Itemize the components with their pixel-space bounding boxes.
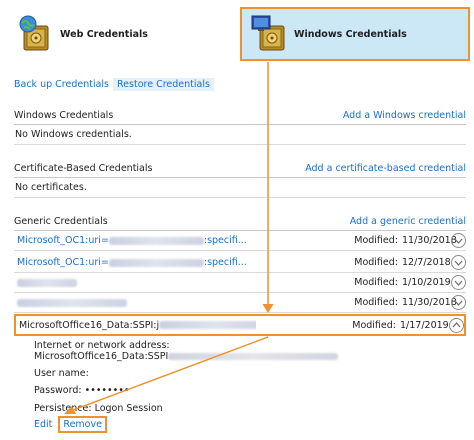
modified-date: 11/30/2018 <box>402 297 457 308</box>
credential-row-selected[interactable]: MicrosoftOffice16_Data:SSPI:j Modified: … <box>14 314 466 336</box>
remove-highlight: Remove <box>58 416 107 433</box>
persistence-value: Logon Session <box>94 403 163 414</box>
password-label: Password: <box>34 385 82 396</box>
address-label: Internet or network address: <box>34 340 170 351</box>
vault-globe-icon <box>16 14 56 54</box>
credential-name: MicrosoftOffice16_Data:SSPI:j <box>16 320 256 331</box>
tab-windows-credentials-label: Windows Credentials <box>294 28 407 40</box>
restore-credentials-link[interactable]: Restore Credentials <box>113 77 214 91</box>
address-value: MicrosoftOffice16_Data:SSPI <box>34 351 169 362</box>
credential-modified: Modified: 11/30/2018 <box>354 233 466 248</box>
credential-name-start: MicrosoftOffice16_Data:SSPI:j <box>19 319 160 331</box>
redacted-text <box>168 353 339 360</box>
certificates-empty: No certificates. <box>14 178 466 198</box>
credential-modified: Modified: 11/30/2018 <box>354 295 466 310</box>
password-value: •••••••• <box>84 385 130 396</box>
credential-modified: Modified: 12/7/2018 <box>354 255 466 270</box>
chevron-down-icon[interactable] <box>451 233 466 248</box>
credential-name-end: :specifi... <box>203 257 247 268</box>
credential-row[interactable]: Microsoft_OC1:uri= :specifi... Modified: … <box>14 253 466 273</box>
redacted-text <box>17 278 77 287</box>
certificate-credentials-title: Certificate-Based Credentials <box>14 163 153 174</box>
username-label: User name: <box>34 368 89 379</box>
credential-actions: Edit Remove <box>34 416 107 433</box>
redacted-text <box>108 258 204 267</box>
add-windows-credential-link[interactable]: Add a Windows credential <box>343 110 466 121</box>
windows-credentials-section: Windows Credentials Add a Windows creden… <box>14 107 466 145</box>
modified-date: 11/30/2018 <box>402 235 457 246</box>
credential-name <box>14 297 254 308</box>
modified-label: Modified: <box>354 235 398 246</box>
backup-restore-links: Back up Credentials Restore Credentials <box>14 76 214 92</box>
redacted-text <box>17 298 127 307</box>
modified-date: 1/17/2019 <box>400 319 449 331</box>
redacted-text <box>108 236 204 245</box>
remove-link[interactable]: Remove <box>63 419 102 430</box>
modified-label: Modified: <box>354 297 398 308</box>
credential-row[interactable]: Microsoft_OC1:uri= :specifi... Modified: … <box>14 231 466 251</box>
credential-details: Internet or network address: MicrosoftOf… <box>34 340 414 414</box>
modified-label: Modified: <box>352 319 396 331</box>
tab-windows-credentials[interactable]: Windows Credentials <box>240 7 470 61</box>
windows-credentials-empty: No Windows credentials. <box>14 125 466 145</box>
windows-credentials-header: Windows Credentials Add a Windows creden… <box>14 107 466 125</box>
credential-name-start: Microsoft_OC1:uri= <box>17 235 109 246</box>
address-value-line: MicrosoftOffice16_Data:SSPI <box>34 351 414 362</box>
username-line: User name: <box>34 368 414 379</box>
certificate-credentials-header: Certificate-Based Credentials Add a cert… <box>14 160 466 178</box>
chevron-down-icon[interactable] <box>451 255 466 270</box>
credential-name: Microsoft_OC1:uri= :specifi... <box>14 235 254 246</box>
credential-name-start: Microsoft_OC1:uri= <box>17 257 109 268</box>
credential-modified: Modified: 1/10/2019 <box>354 275 466 290</box>
credential-modified: Modified: 1/17/2019 <box>352 317 464 333</box>
add-certificate-credential-link[interactable]: Add a certificate-based credential <box>305 163 466 174</box>
chevron-down-icon[interactable] <box>451 275 466 290</box>
tab-web-credentials-label: Web Credentials <box>60 28 148 40</box>
add-generic-credential-link[interactable]: Add a generic credential <box>350 216 466 227</box>
credential-name-end: :specifi... <box>203 235 247 246</box>
modified-label: Modified: <box>354 257 398 268</box>
windows-credentials-title: Windows Credentials <box>14 110 114 121</box>
generic-credentials-header: Generic Credentials Add a generic creden… <box>14 213 466 231</box>
modified-date: 1/10/2019 <box>402 277 451 288</box>
certificates-empty-text: No certificates. <box>15 182 87 193</box>
persistence-label: Persistence: <box>34 403 92 414</box>
edit-link[interactable]: Edit <box>34 419 52 430</box>
modified-date: 12/7/2018 <box>402 257 451 268</box>
chevron-up-icon[interactable] <box>449 317 464 333</box>
credential-row[interactable]: Modified: 11/30/2018 <box>14 293 466 313</box>
back-up-credentials-link[interactable]: Back up Credentials <box>14 79 109 90</box>
credential-type-tabs: Web Credentials Windows Credentials <box>0 0 474 64</box>
generic-credentials-title: Generic Credentials <box>14 216 108 227</box>
credential-name: Microsoft_OC1:uri= :specifi... <box>14 257 254 268</box>
windows-credentials-empty-text: No Windows credentials. <box>15 129 132 140</box>
chevron-down-icon[interactable] <box>451 295 466 310</box>
tab-web-credentials[interactable]: Web Credentials <box>16 10 216 58</box>
certificate-credentials-section: Certificate-Based Credentials Add a cert… <box>14 160 466 198</box>
generic-credentials-section: Generic Credentials Add a generic creden… <box>14 213 466 231</box>
modified-label: Modified: <box>354 277 398 288</box>
redacted-text <box>159 321 256 329</box>
credential-row[interactable]: Modified: 1/10/2019 <box>14 273 466 293</box>
persistence-line: Persistence: Logon Session <box>34 403 414 414</box>
credential-name <box>14 277 254 288</box>
password-line: Password: •••••••• <box>34 385 414 396</box>
vault-monitor-icon <box>250 14 290 54</box>
